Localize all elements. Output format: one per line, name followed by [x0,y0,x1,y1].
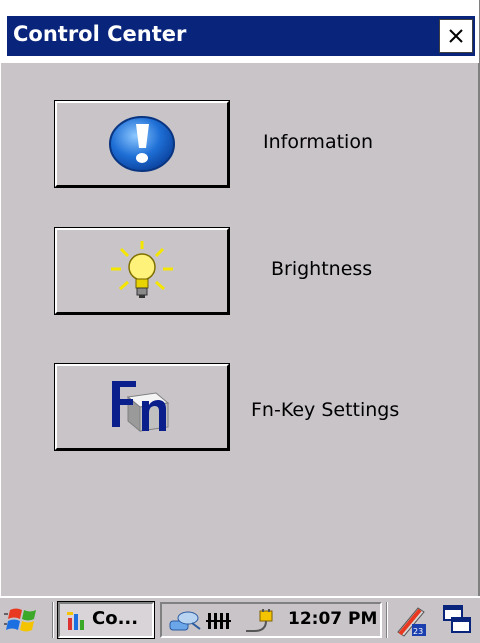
power-plug-icon[interactable] [244,609,278,635]
fn-key-icon [112,381,170,433]
system-tray: 12:07 PM [160,602,382,638]
taskbar-separator [52,602,54,638]
switch-windows-icon[interactable] [442,604,474,636]
windows-flag-icon [4,608,36,632]
control-panel-icon [67,612,84,630]
control-center-window: Control Center Information Brightness Fn… [0,0,480,596]
network-connected-icon[interactable] [168,609,202,633]
clock[interactable]: 12:07 PM [288,609,377,629]
taskbar: Co... 12:07 PM 23 [0,596,480,643]
fn-key-settings-button[interactable] [54,363,230,451]
title-bar-area: Control Center [1,0,479,63]
information-button[interactable] [54,100,230,188]
close-button[interactable] [439,19,473,53]
battery-level-icon[interactable] [206,609,232,633]
taskbar-separator [386,602,388,638]
brightness-button[interactable] [54,227,230,315]
input-panel-icon[interactable]: 23 [394,604,428,638]
window-title: Control Center [13,22,187,46]
start-button[interactable] [4,602,46,638]
brightness-label: Brightness [271,258,373,280]
fn-key-settings-label: Fn-Key Settings [251,399,400,421]
information-label: Information [263,131,373,153]
lightbulb-icon [111,241,173,298]
info-icon [109,116,175,172]
taskbar-app-button[interactable]: Co... [57,601,155,639]
input-panel-badge: 23 [413,627,423,636]
close-icon [449,29,463,43]
taskbar-app-label: Co... [92,608,139,629]
title-bar: Control Center [7,16,475,56]
